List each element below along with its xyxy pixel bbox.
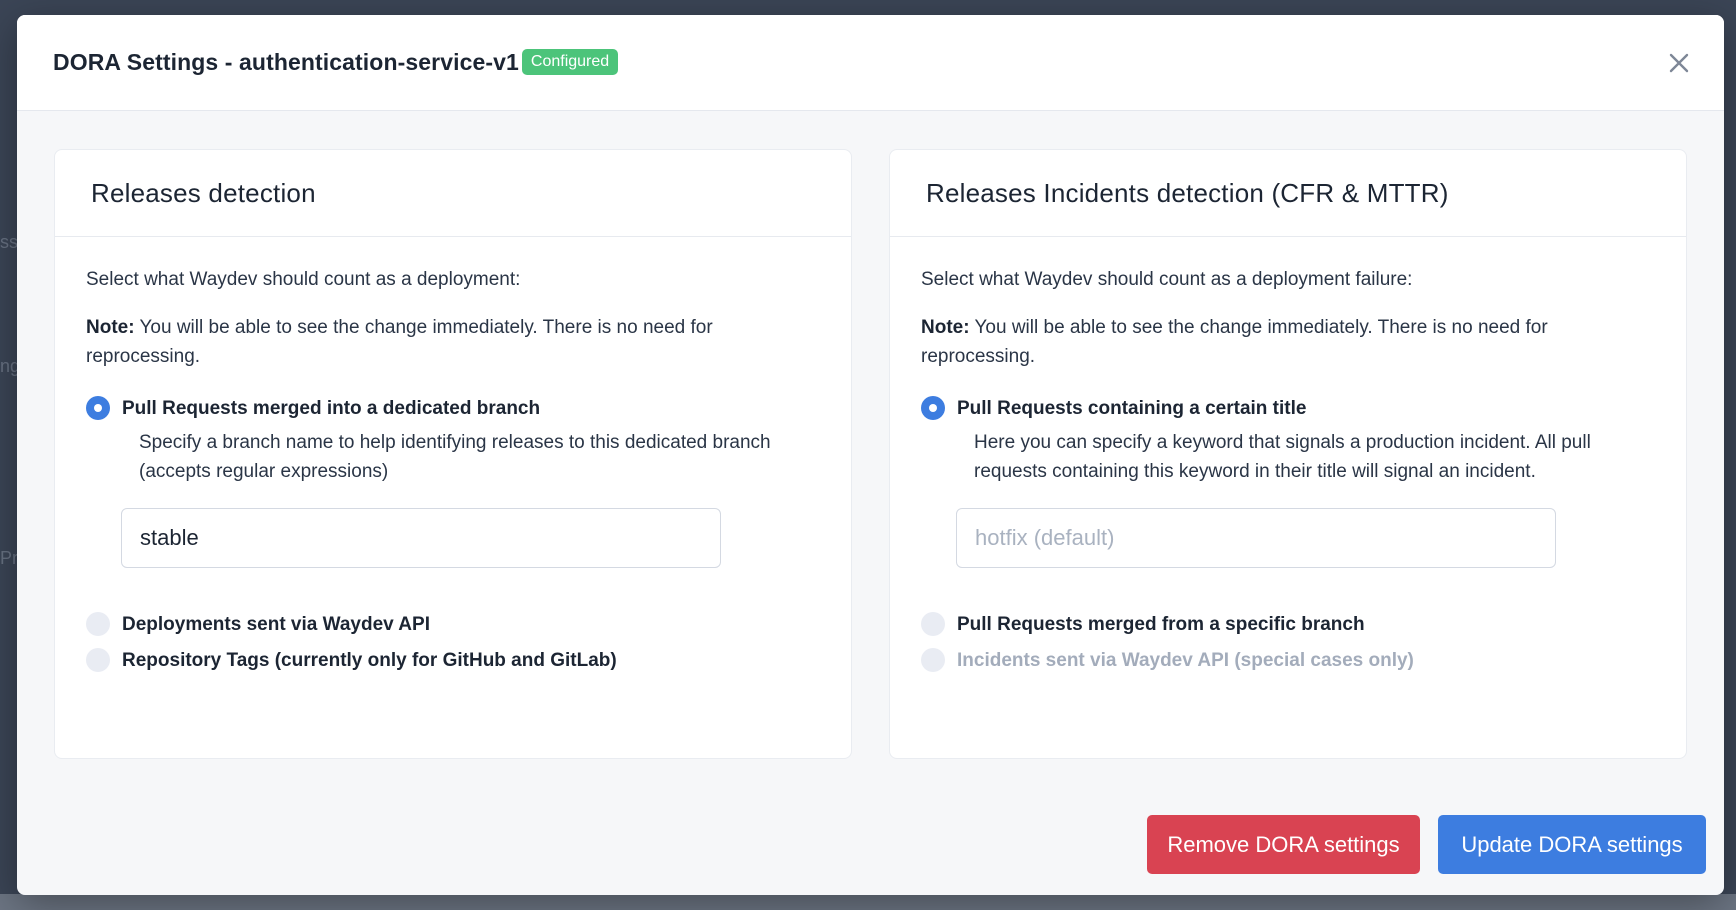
panel-header: Releases Incidents detection (CFR & MTTR… bbox=[890, 150, 1686, 237]
incident-keyword-input[interactable] bbox=[956, 508, 1556, 568]
releases-detection-panel: Releases detection Select what Waydev sh… bbox=[54, 149, 852, 759]
radio-option-dedicated-branch[interactable]: Pull Requests merged into a dedicated br… bbox=[86, 390, 820, 426]
radio-option-list: Deployments sent via Waydev API Reposito… bbox=[86, 606, 820, 678]
branch-name-input[interactable] bbox=[121, 508, 721, 568]
panel-title: Releases detection bbox=[91, 177, 316, 208]
modal-title: DORA Settings - authentication-service-v… bbox=[53, 49, 519, 75]
radio-button[interactable] bbox=[921, 612, 945, 636]
panel-header: Releases detection bbox=[55, 150, 851, 237]
radio-label: Repository Tags (currently only for GitH… bbox=[122, 649, 617, 671]
note-label: Note: bbox=[921, 317, 970, 338]
panel-intro: Select what Waydev should count as a dep… bbox=[86, 269, 521, 290]
background-fragment: ss bbox=[0, 232, 18, 252]
radio-option-certain-title[interactable]: Pull Requests containing a certain title bbox=[921, 390, 1655, 426]
radio-button-checked[interactable] bbox=[921, 396, 945, 420]
option-description: Specify a branch name to help identifyin… bbox=[139, 432, 771, 482]
background-fragment: Pr bbox=[0, 548, 18, 568]
note-text: You will be able to see the change immed… bbox=[921, 317, 1548, 367]
close-icon bbox=[1669, 53, 1689, 73]
note-text: You will be able to see the change immed… bbox=[86, 317, 713, 367]
close-button[interactable] bbox=[1664, 48, 1694, 78]
radio-button[interactable] bbox=[86, 648, 110, 672]
panel-intro: Select what Waydev should count as a dep… bbox=[921, 269, 1413, 290]
radio-button[interactable] bbox=[86, 612, 110, 636]
option-description: Here you can specify a keyword that sign… bbox=[974, 432, 1591, 482]
radio-label: Pull Requests merged into a dedicated br… bbox=[122, 397, 541, 419]
dora-settings-modal: DORA Settings - authentication-service-v… bbox=[17, 15, 1724, 895]
panel-note: Note: You will be able to see the change… bbox=[921, 313, 1655, 371]
panel-body: Select what Waydev should count as a dep… bbox=[890, 237, 1686, 678]
incidents-detection-panel: Releases Incidents detection (CFR & MTTR… bbox=[889, 149, 1687, 759]
remove-dora-settings-button[interactable]: Remove DORA settings bbox=[1147, 815, 1420, 874]
radio-option-specific-branch[interactable]: Pull Requests merged from a specific bra… bbox=[921, 606, 1655, 642]
radio-option-list: Pull Requests merged from a specific bra… bbox=[921, 606, 1655, 678]
modal-header: DORA Settings - authentication-service-v… bbox=[17, 15, 1724, 111]
background-footer bbox=[0, 894, 1736, 910]
radio-button-checked[interactable] bbox=[86, 396, 110, 420]
panel-body: Select what Waydev should count as a dep… bbox=[55, 237, 851, 678]
radio-label: Incidents sent via Waydev API (special c… bbox=[957, 649, 1414, 671]
panel-title: Releases Incidents detection (CFR & MTTR… bbox=[926, 177, 1449, 208]
radio-label: Deployments sent via Waydev API bbox=[122, 613, 430, 635]
radio-button-disabled bbox=[921, 648, 945, 672]
radio-option-incidents-api: Incidents sent via Waydev API (special c… bbox=[921, 642, 1655, 678]
update-dora-settings-button[interactable]: Update DORA settings bbox=[1438, 815, 1706, 874]
radio-label: Pull Requests containing a certain title bbox=[957, 397, 1307, 419]
note-label: Note: bbox=[86, 317, 135, 338]
status-badge: Configured bbox=[521, 48, 619, 75]
panel-note: Note: You will be able to see the change… bbox=[86, 313, 820, 371]
radio-label: Pull Requests merged from a specific bra… bbox=[957, 613, 1365, 635]
radio-option-waydev-api[interactable]: Deployments sent via Waydev API bbox=[86, 606, 820, 642]
radio-option-repository-tags[interactable]: Repository Tags (currently only for GitH… bbox=[86, 642, 820, 678]
